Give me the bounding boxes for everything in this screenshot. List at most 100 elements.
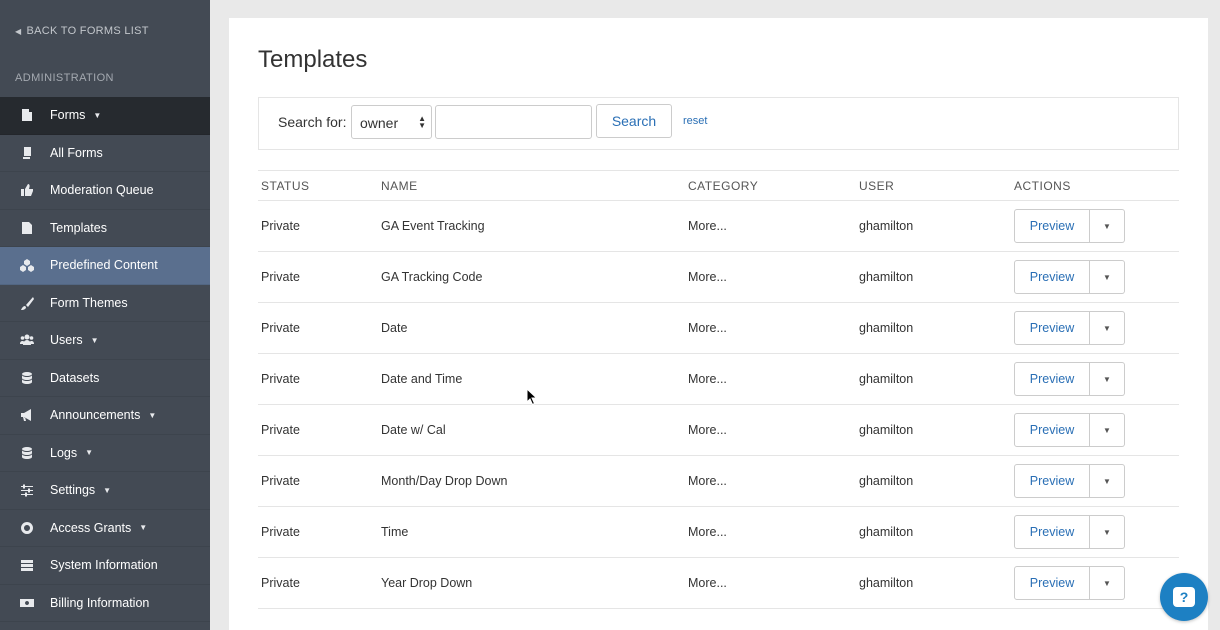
preview-button[interactable]: Preview: [1014, 464, 1090, 498]
sidebar: ◀ BACK TO FORMS LIST ADMINISTRATION Form…: [0, 0, 210, 630]
caret-down-icon: ▼: [90, 335, 99, 345]
user-cell: ghamilton: [859, 321, 914, 335]
header-name: NAME: [381, 179, 418, 193]
preview-button[interactable]: Preview: [1014, 413, 1090, 447]
search-button[interactable]: Search: [596, 104, 672, 138]
sidebar-item-label: Datasets: [50, 370, 100, 385]
search-input[interactable]: [435, 105, 592, 139]
main-panel: Templates Search for: owner ▲ ▼ Search re…: [229, 18, 1208, 630]
header-user: USER: [859, 179, 895, 193]
category-cell[interactable]: More...: [688, 372, 727, 386]
select-arrows-icon: ▲ ▼: [418, 114, 426, 130]
table-row: Private GA Event Tracking More... ghamilton…: [258, 201, 1179, 252]
actions-dropdown-button[interactable]: ▼: [1090, 311, 1125, 345]
life-ring-icon: [18, 520, 36, 536]
sidebar-item-all-forms[interactable]: All Forms: [0, 135, 210, 172]
status-cell: Private: [261, 372, 300, 386]
cubes-icon: [18, 257, 36, 273]
preview-button[interactable]: Preview: [1014, 362, 1090, 396]
actions-dropdown-button[interactable]: ▼: [1090, 362, 1125, 396]
back-link-label: BACK TO FORMS LIST: [26, 25, 149, 37]
name-cell: Time: [381, 525, 409, 539]
file-icon: [18, 220, 36, 236]
scrollbar[interactable]: [1208, 0, 1220, 630]
sidebar-item-label: All Forms: [50, 145, 103, 160]
back-to-forms-link[interactable]: ◀ BACK TO FORMS LIST: [15, 25, 149, 37]
caret-down-icon: ▼: [85, 448, 94, 458]
sidebar-item-moderation-queue[interactable]: Moderation Queue: [0, 172, 210, 210]
status-cell: Private: [261, 525, 300, 539]
caret-down-icon: ▼: [1103, 425, 1111, 435]
user-cell: ghamilton: [859, 423, 914, 437]
page-title: Templates: [258, 46, 368, 73]
sidebar-item-forms[interactable]: Forms ▼: [0, 97, 210, 135]
reset-link[interactable]: reset: [683, 115, 707, 127]
sidebar-nav: Forms ▼ All Forms Moderation Queue Templates…: [0, 97, 210, 622]
sidebar-item-billing-information[interactable]: Billing Information: [0, 585, 210, 622]
category-cell[interactable]: More...: [688, 270, 727, 284]
caret-down-icon: ▼: [93, 110, 102, 120]
sidebar-item-settings[interactable]: Settings ▼: [0, 472, 210, 510]
preview-button[interactable]: Preview: [1014, 515, 1090, 549]
sidebar-item-form-themes[interactable]: Form Themes: [0, 285, 210, 322]
row-actions: Preview ▼: [1014, 362, 1125, 396]
sidebar-item-announcements[interactable]: Announcements ▼: [0, 397, 210, 435]
search-field-select[interactable]: owner ▲ ▼: [351, 105, 432, 139]
preview-button[interactable]: Preview: [1014, 566, 1090, 600]
category-cell[interactable]: More...: [688, 474, 727, 488]
status-cell: Private: [261, 576, 300, 590]
users-icon: [18, 332, 36, 348]
category-cell[interactable]: More...: [688, 219, 727, 233]
sidebar-item-users[interactable]: Users ▼: [0, 322, 210, 360]
help-button[interactable]: ?: [1160, 573, 1208, 621]
sidebar-item-label: Billing Information: [50, 595, 150, 610]
sidebar-item-logs[interactable]: Logs ▼: [0, 435, 210, 472]
actions-dropdown-button[interactable]: ▼: [1090, 260, 1125, 294]
name-cell: Date: [381, 321, 408, 335]
actions-dropdown-button[interactable]: ▼: [1090, 413, 1125, 447]
preview-button[interactable]: Preview: [1014, 311, 1090, 345]
category-cell[interactable]: More...: [688, 321, 727, 335]
status-cell: Private: [261, 321, 300, 335]
category-cell[interactable]: More...: [688, 423, 727, 437]
name-cell: Year Drop Down: [381, 576, 473, 590]
status-cell: Private: [261, 270, 300, 284]
actions-dropdown-button[interactable]: ▼: [1090, 566, 1125, 600]
row-actions: Preview ▼: [1014, 260, 1125, 294]
sliders-icon: [18, 482, 36, 498]
table-row: Private Month/Day Drop Down More... ghamilt…: [258, 456, 1179, 507]
sidebar-item-predefined-content[interactable]: Predefined Content: [0, 247, 210, 285]
row-actions: Preview ▼: [1014, 311, 1125, 345]
sidebar-item-access-grants[interactable]: Access Grants ▼: [0, 510, 210, 547]
table-row: Private Time More... ghamilton Preview ▼: [258, 507, 1179, 558]
name-cell: Date w/ Cal: [381, 423, 446, 437]
sidebar-item-templates[interactable]: Templates: [0, 210, 210, 247]
row-actions: Preview ▼: [1014, 413, 1125, 447]
sidebar-item-system-information[interactable]: System Information: [0, 547, 210, 585]
row-actions: Preview ▼: [1014, 515, 1125, 549]
thumbs-up-icon: [18, 182, 36, 198]
search-label: Search for:: [278, 114, 347, 130]
sidebar-item-label: Settings: [50, 483, 96, 498]
actions-dropdown-button[interactable]: ▼: [1090, 209, 1125, 243]
copy-icon: [18, 145, 36, 161]
caret-down-icon: ▼: [1103, 476, 1111, 486]
sidebar-item-label: Logs: [50, 445, 78, 460]
preview-button[interactable]: Preview: [1014, 260, 1090, 294]
actions-dropdown-button[interactable]: ▼: [1090, 515, 1125, 549]
row-actions: Preview ▼: [1014, 209, 1125, 243]
sidebar-item-label: Users: [50, 333, 83, 348]
caret-down-icon: ▼: [1103, 527, 1111, 537]
actions-dropdown-button[interactable]: ▼: [1090, 464, 1125, 498]
caret-down-icon: ▼: [1103, 578, 1111, 588]
search-select-value: owner: [360, 115, 399, 131]
brush-icon: [18, 295, 36, 311]
sidebar-item-datasets[interactable]: Datasets: [0, 360, 210, 397]
category-cell[interactable]: More...: [688, 525, 727, 539]
caret-down-icon: ▼: [1103, 323, 1111, 333]
server-icon: [18, 557, 36, 573]
table-body: Private GA Event Tracking More... ghamilton…: [258, 201, 1179, 609]
user-cell: ghamilton: [859, 372, 914, 386]
preview-button[interactable]: Preview: [1014, 209, 1090, 243]
category-cell[interactable]: More...: [688, 576, 727, 590]
